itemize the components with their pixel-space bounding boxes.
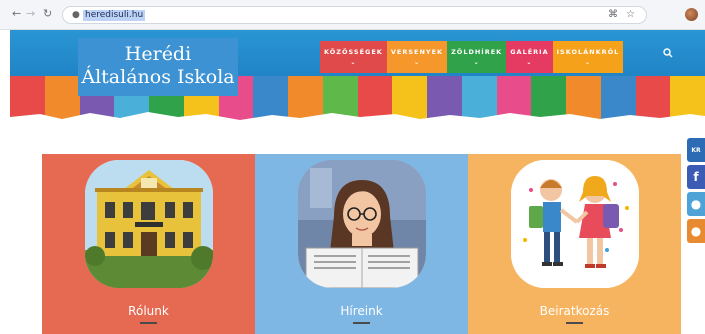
card-label: Rólunk — [128, 304, 169, 318]
school-building-image — [85, 160, 213, 288]
children-with-backpacks-image — [511, 160, 639, 288]
menu-item-versenyek[interactable]: VERSENYEK ⌄ — [386, 41, 448, 73]
translate-icon[interactable]: ⌘ — [608, 9, 618, 20]
other-icon[interactable]: ● — [687, 219, 705, 243]
card-label: Híreink — [340, 304, 383, 318]
card-underline — [140, 322, 157, 324]
menu-item-label: VERSENYEK — [390, 47, 444, 56]
site-title-line2: Általános Iskola — [81, 66, 235, 88]
menu-item-zoldhirek[interactable]: ZÖLDHÍREK ⌄ — [447, 41, 507, 73]
card-underline — [566, 322, 583, 324]
address-bar-url[interactable]: heredisuli.hu — [83, 10, 146, 21]
feature-cards: Rólunk Híreink Beiratkozás — [42, 154, 682, 334]
chevron-down-icon: ⌄ — [473, 58, 480, 66]
site-info-icon[interactable]: ● — [72, 10, 80, 20]
menu-item-label: ISKOLÁNKRÓL — [556, 47, 620, 56]
menu-item-galeria[interactable]: GALÉRIA ⌄ — [506, 41, 553, 73]
chevron-down-icon: ⌄ — [350, 58, 357, 66]
card-label: Beiratkozás — [539, 304, 610, 318]
browser-toolbar: ← → ↻ ● heredisuli.hu ⌘ ☆ — [0, 0, 705, 30]
menu-item-label: ZÖLDHÍREK — [451, 47, 503, 56]
chevron-down-icon: ⌄ — [584, 58, 591, 66]
main-menu: KÖZÖSSÉGEK ⌄ VERSENYEK ⌄ ZÖLDHÍREK ⌄ GAL… — [320, 41, 624, 73]
search-icon[interactable] — [663, 48, 673, 61]
card-beiratkozas[interactable]: Beiratkozás — [468, 154, 681, 334]
woman-reading-newspaper-image — [298, 160, 426, 288]
torn-paper-edge — [10, 112, 705, 130]
star-icon[interactable]: ☆ — [626, 9, 635, 20]
forward-arrow-icon[interactable]: → — [26, 8, 35, 20]
menu-item-kozossegek[interactable]: KÖZÖSSÉGEK ⌄ — [320, 41, 387, 73]
facebook-icon[interactable]: f — [687, 165, 705, 189]
other-icon[interactable]: ● — [687, 192, 705, 216]
chevron-down-icon: ⌄ — [526, 58, 533, 66]
address-bar[interactable]: ● heredisuli.hu ⌘ ☆ — [62, 6, 647, 24]
site-title-line1: Herédi — [124, 43, 192, 65]
back-arrow-icon[interactable]: ← — [12, 8, 21, 20]
profile-avatar[interactable] — [685, 8, 698, 21]
chevron-down-icon: ⌄ — [413, 58, 420, 66]
social-sidebar: KR f ● ● — [687, 138, 705, 246]
menu-item-label: KÖZÖSSÉGEK — [324, 47, 383, 56]
menu-item-label: GALÉRIA — [510, 47, 549, 56]
card-hireink[interactable]: Híreink — [255, 154, 468, 334]
card-underline — [353, 322, 370, 324]
reload-icon[interactable]: ↻ — [43, 8, 52, 20]
kreta-icon[interactable]: KR — [687, 138, 705, 162]
site-logo[interactable]: Herédi Általános Iskola — [78, 38, 238, 96]
site-header: Herédi Általános Iskola KÖZÖSSÉGEK ⌄ VER… — [10, 30, 705, 130]
menu-item-iskolankrol[interactable]: ISKOLÁNKRÓL ⌄ — [552, 41, 624, 73]
card-rolunk[interactable]: Rólunk — [42, 154, 255, 334]
